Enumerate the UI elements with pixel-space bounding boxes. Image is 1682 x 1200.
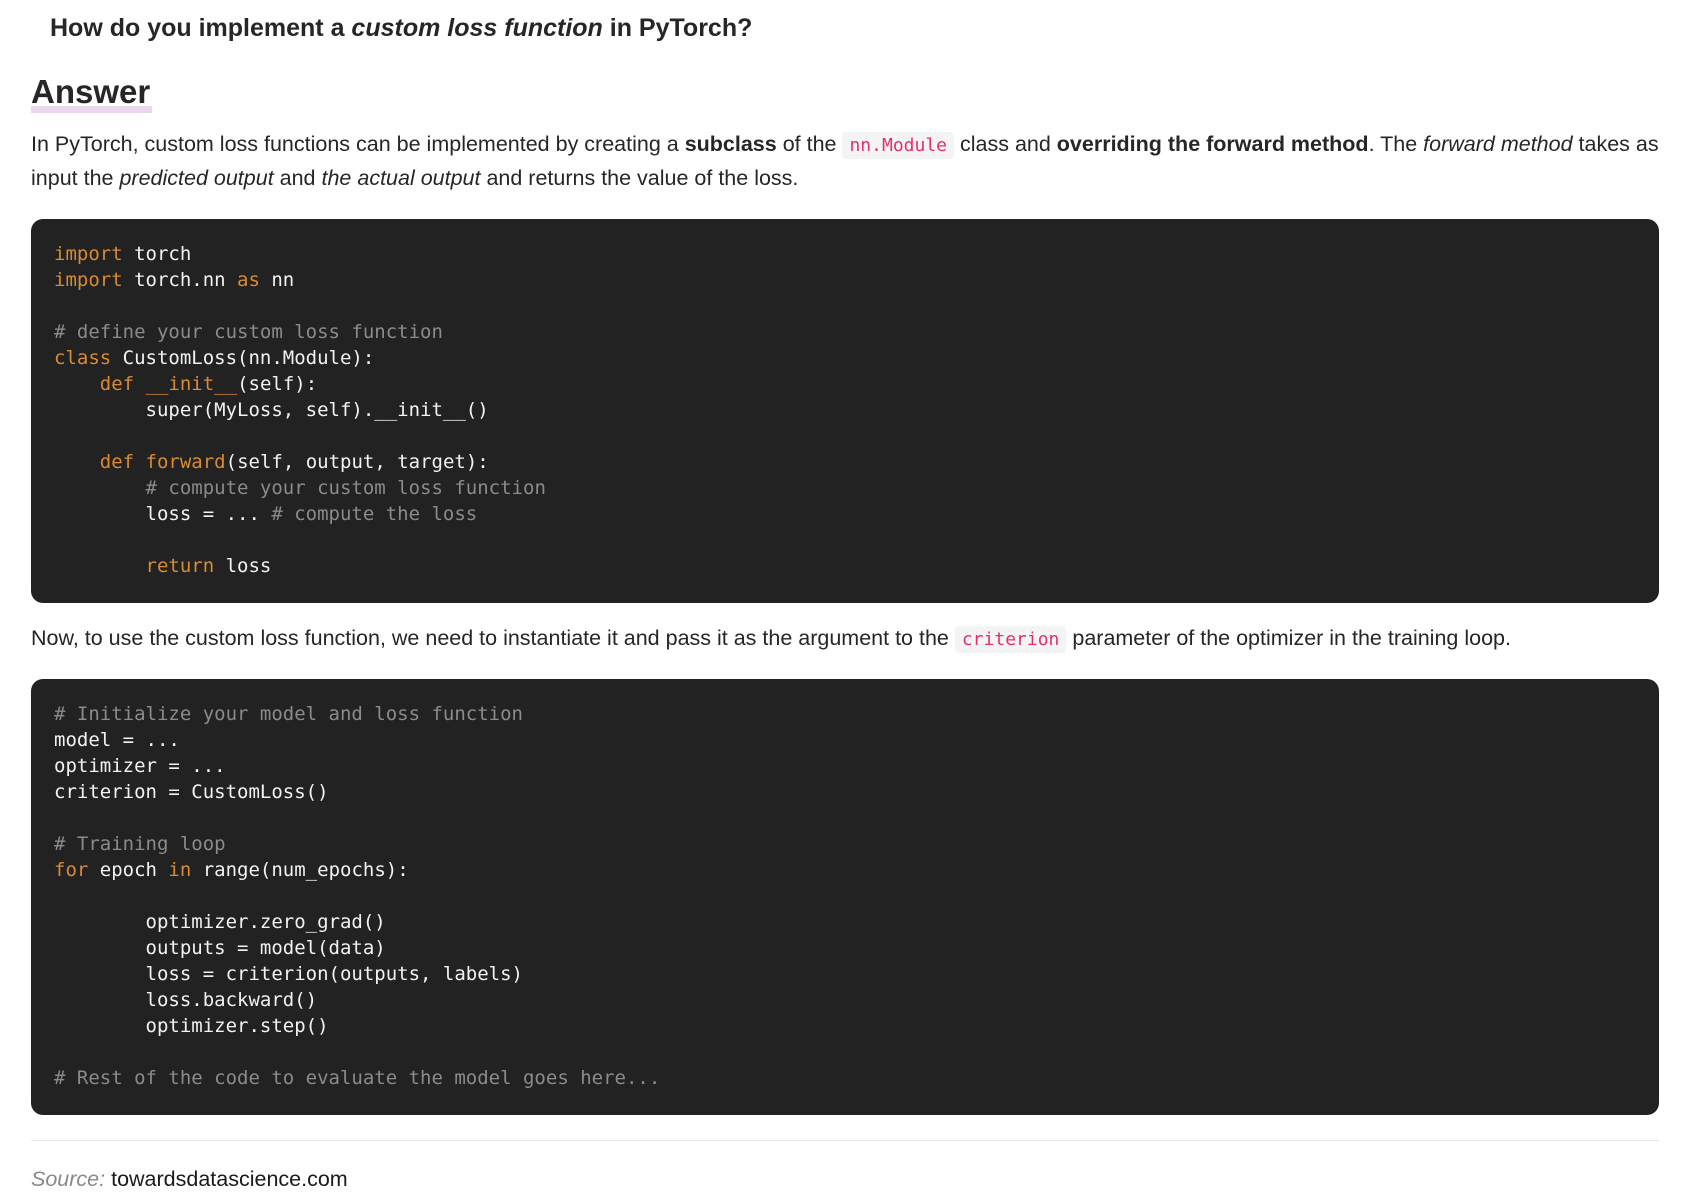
code-line: super(MyLoss, self).__init__() [54,397,1636,423]
code-line: def __init__(self): [54,371,1636,397]
code-block-custom-loss[interactable]: import torch import torch.nn as nn # defin… [31,219,1659,603]
code-block-training-loop[interactable]: # Initialize your model and loss functio… [31,679,1659,1115]
code-keyword: for [54,859,89,881]
code-line: # define your custom loss function [54,319,1636,345]
text-run: Now, to use the custom loss function, we… [31,626,955,650]
code-text: super(MyLoss, self).__init__() [54,399,489,421]
code-line: optimizer.step() [54,1013,1636,1039]
code-line: criterion = CustomLoss() [54,779,1636,805]
text-run: of the [776,132,843,156]
code-text: CustomLoss(nn.Module): [111,347,375,369]
code-comment: # compute the loss [271,503,478,525]
text-run: In PyTorch, custom loss functions can be… [31,132,685,156]
code-comment: # Rest of the code to evaluate the model… [54,1067,661,1089]
source-link[interactable]: towardsdatascience.com [111,1167,348,1191]
question-emphasis: custom loss function [351,14,603,42]
code-text: model = ... [54,729,180,751]
code-text: loss [214,555,272,577]
code-comment: # Initialize your model and loss functio… [54,703,523,725]
code-text: (self, output, target): [225,451,489,473]
code-line: import torch.nn as nn [54,267,1636,293]
code-text: (self): [237,373,318,395]
code-text: loss = ... [54,503,272,525]
code-keyword: forward [145,451,226,473]
code-comment: # compute your custom loss function [145,477,546,499]
code-keyword: return [145,555,215,577]
code-text: outputs = model(data) [54,937,386,959]
italic-actual-output: the actual output [321,166,481,190]
code-comment: # define your custom loss function [54,321,443,343]
code-line: optimizer.zero_grad() [54,909,1636,935]
code-line: # compute your custom loss function [54,475,1636,501]
code-keyword: import [54,243,123,265]
italic-forward-method: forward method [1423,132,1573,156]
code-line: class CustomLoss(nn.Module): [54,345,1636,371]
italic-predicted-output: predicted output [119,166,274,190]
code-line: return loss [54,553,1636,579]
source-label: Source: [31,1167,106,1191]
code-comment: # Training loop [54,833,226,855]
code-line: def forward(self, output, target): [54,449,1636,475]
code-line: outputs = model(data) [54,935,1636,961]
text-run: and [273,166,322,190]
question-title: How do you implement a custom loss funct… [50,14,752,43]
text-run: parameter of the optimizer in the traini… [1066,626,1511,650]
code-text: optimizer = ... [54,755,226,777]
code-text: loss = criterion(outputs, labels) [54,963,524,985]
code-line: loss = ... # compute the loss [54,501,1636,527]
code-text: epoch [88,859,169,881]
question-text-start: How do you implement a [50,14,352,42]
text-run: and returns the value of the loss. [480,166,799,190]
intro-paragraph: In PyTorch, custom loss functions can be… [31,128,1661,194]
code-keyword: in [168,859,192,881]
text-run: class and [954,132,1057,156]
code-line: for epoch in range(num_epochs): [54,857,1636,883]
code-keyword: def [99,373,135,395]
usage-paragraph: Now, to use the custom loss function, we… [31,622,1661,656]
text-run: . The [1368,132,1424,156]
code-text: nn [259,269,295,291]
code-text: loss.backward() [54,989,318,1011]
question-text-end: in PyTorch? [602,14,753,42]
code-line: # Initialize your model and loss functio… [54,701,1636,727]
code-line: # Rest of the code to evaluate the model… [54,1065,1636,1091]
code-keyword: class [54,347,112,369]
code-line: import torch [54,241,1636,267]
code-line: # Training loop [54,831,1636,857]
divider [31,1140,1659,1141]
code-text: torch [122,243,192,265]
code-line: model = ... [54,727,1636,753]
code-line: loss.backward() [54,987,1636,1013]
code-keyword: as [237,269,260,291]
answer-heading: Answer [31,71,153,113]
code-text: optimizer.zero_grad() [54,911,386,933]
code-text: torch.nn [122,269,238,291]
code-text: criterion = CustomLoss() [54,781,329,803]
inline-code-nn-module: nn.Module [842,132,955,159]
code-keyword: def [99,451,135,473]
code-line: optimizer = ... [54,753,1636,779]
code-keyword: import [54,269,123,291]
bold-overriding-forward: overriding the forward method [1056,132,1369,156]
code-text: optimizer.step() [54,1015,329,1037]
bold-subclass: subclass [684,132,777,156]
code-line: loss = criterion(outputs, labels) [54,961,1636,987]
source-line: Source: towardsdatascience.com [31,1167,348,1192]
inline-code-criterion: criterion [954,626,1067,653]
answer-page: How do you implement a custom loss funct… [0,0,1682,1200]
code-text: range(num_epochs): [191,859,409,881]
code-keyword: __init__ [145,373,238,395]
